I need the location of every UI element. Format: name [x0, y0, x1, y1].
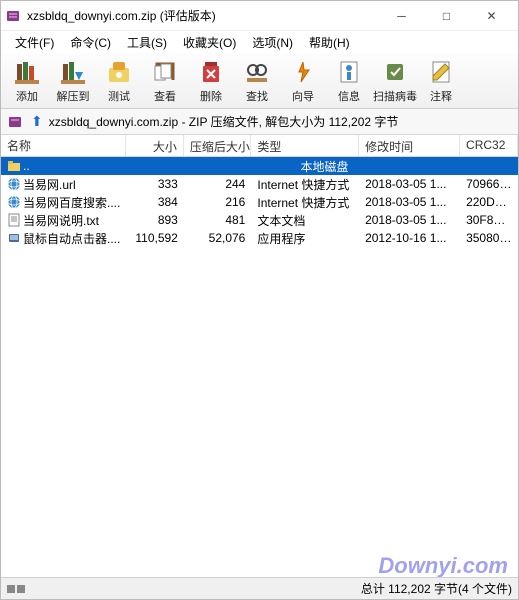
- scan-icon: [381, 58, 409, 86]
- extract-button[interactable]: 解压到: [51, 55, 95, 107]
- info-icon: [335, 58, 363, 86]
- menu-tools[interactable]: 工具(S): [119, 32, 175, 53]
- file-type: Internet 快捷方式: [251, 175, 359, 194]
- file-csize: 216: [184, 194, 252, 210]
- info-button[interactable]: 信息: [327, 55, 371, 107]
- delete-button[interactable]: 删除: [189, 55, 233, 107]
- url-icon: [7, 177, 21, 191]
- menu-favorites[interactable]: 收藏夹(O): [175, 32, 244, 53]
- maximize-button[interactable]: □: [424, 2, 469, 30]
- folder-icon: [7, 159, 21, 173]
- menubar: 文件(F) 命令(C) 工具(S) 收藏夹(O) 选项(N) 帮助(H): [1, 31, 518, 53]
- pathbar: ⬆ xzsbldq_downyi.com.zip - ZIP 压缩文件, 解包大…: [1, 109, 518, 135]
- file-crc: 35080D57: [460, 230, 518, 246]
- file-csize: 244: [184, 176, 252, 192]
- file-crc: 220DE432: [460, 194, 518, 210]
- menu-command[interactable]: 命令(C): [62, 32, 119, 53]
- status-total: 总计 112,202 字节(4 个文件): [361, 580, 512, 597]
- extract-icon: [59, 58, 87, 86]
- wizard-icon: [289, 58, 317, 86]
- status-icon: [7, 583, 27, 595]
- archive-icon: [7, 114, 23, 130]
- menu-help[interactable]: 帮助(H): [301, 32, 358, 53]
- file-row[interactable]: 当易网.url 333244Internet 快捷方式2018-03-05 1..…: [1, 175, 518, 193]
- delete-icon: [197, 58, 225, 86]
- file-date: 2018-03-05 1...: [359, 194, 460, 210]
- file-csize: 52,076: [184, 230, 252, 246]
- wizard-button[interactable]: 向导: [281, 55, 325, 107]
- column-headers: 名称 大小 压缩后大小 类型 修改时间 CRC32: [1, 135, 518, 157]
- file-row[interactable]: 当易网说明.txt 893481文本文档2018-03-05 1...30F8B8…: [1, 211, 518, 229]
- file-date: 2018-03-05 1...: [359, 212, 460, 228]
- view-button[interactable]: 查看: [143, 55, 187, 107]
- file-date: 2012-10-16 1...: [359, 230, 460, 246]
- scan-button[interactable]: 扫描病毒: [373, 55, 417, 107]
- file-row[interactable]: 鼠标自动点击器.... 110,59252,076应用程序2012-10-16 1…: [1, 229, 518, 247]
- col-name[interactable]: 名称: [1, 135, 126, 156]
- file-row[interactable]: 当易网百度搜索.... 384216Internet 快捷方式2018-03-05…: [1, 193, 518, 211]
- file-type: 应用程序: [251, 229, 359, 248]
- col-crc[interactable]: CRC32: [460, 135, 518, 156]
- file-name: 当易网.url: [23, 176, 76, 193]
- file-size: 110,592: [126, 230, 184, 246]
- col-type[interactable]: 类型: [251, 135, 359, 156]
- toolbar: 添加 解压到 测试 查看 删除 查找 向导 信息 扫描病毒 注释: [1, 53, 518, 109]
- window-title: xzsbldq_downyi.com.zip (评估版本): [27, 7, 379, 24]
- test-icon: [105, 58, 133, 86]
- col-size[interactable]: 大小: [126, 135, 184, 156]
- file-csize: 481: [184, 212, 252, 228]
- file-type: 本地磁盘: [131, 157, 518, 176]
- test-button[interactable]: 测试: [97, 55, 141, 107]
- minimize-button[interactable]: ─: [379, 2, 424, 30]
- file-crc: 7096605F: [460, 176, 518, 192]
- file-row[interactable]: .. 本地磁盘: [1, 157, 518, 175]
- find-icon: [243, 58, 271, 86]
- close-button[interactable]: ✕: [469, 2, 514, 30]
- find-button[interactable]: 查找: [235, 55, 279, 107]
- col-date[interactable]: 修改时间: [359, 135, 460, 156]
- app-icon: [5, 8, 21, 24]
- view-icon: [151, 58, 179, 86]
- statusbar: 总计 112,202 字节(4 个文件): [1, 577, 518, 599]
- file-size: 384: [126, 194, 184, 210]
- col-csize[interactable]: 压缩后大小: [184, 135, 252, 156]
- file-date: 2018-03-05 1...: [359, 176, 460, 192]
- titlebar: xzsbldq_downyi.com.zip (评估版本) ─ □ ✕: [1, 1, 518, 31]
- menu-file[interactable]: 文件(F): [7, 32, 62, 53]
- txt-icon: [7, 213, 21, 227]
- file-name: 当易网百度搜索....: [23, 194, 120, 211]
- up-button[interactable]: ⬆: [31, 113, 43, 130]
- file-type: 文本文档: [251, 211, 359, 230]
- add-button[interactable]: 添加: [5, 55, 49, 107]
- exe-icon: [7, 231, 21, 245]
- file-size: 893: [126, 212, 184, 228]
- file-size: 333: [126, 176, 184, 192]
- file-crc: 30F8B88C: [460, 212, 518, 228]
- comment-button[interactable]: 注释: [419, 55, 463, 107]
- books-icon: [13, 58, 41, 86]
- file-name: 当易网说明.txt: [23, 212, 99, 229]
- file-name: 鼠标自动点击器....: [23, 230, 120, 247]
- file-list[interactable]: ..本地磁盘当易网.url333244Internet 快捷方式2018-03-…: [1, 157, 518, 589]
- comment-icon: [427, 58, 455, 86]
- file-name: ..: [23, 159, 30, 173]
- path-text: xzsbldq_downyi.com.zip - ZIP 压缩文件, 解包大小为…: [49, 113, 512, 130]
- url-icon: [7, 195, 21, 209]
- menu-options[interactable]: 选项(N): [244, 32, 301, 53]
- file-type: Internet 快捷方式: [251, 193, 359, 212]
